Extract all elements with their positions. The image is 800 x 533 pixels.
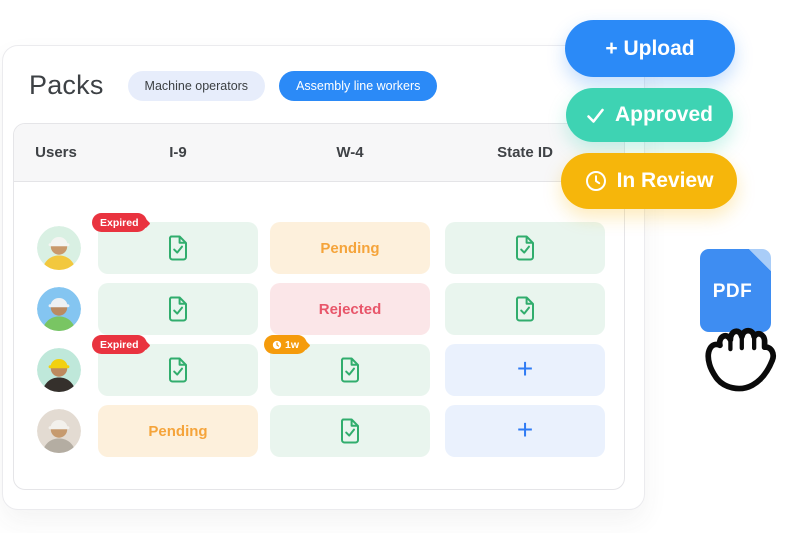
upload-button-label: + Upload xyxy=(605,37,694,61)
clock-icon xyxy=(585,170,607,192)
cell-w4-status-rejected[interactable]: Rejected xyxy=(270,283,430,335)
grab-hand-cursor-icon xyxy=(676,294,800,408)
worker-avatar-illustration xyxy=(37,348,81,392)
filter-assembly-line-workers[interactable]: Assembly line workers xyxy=(279,71,437,101)
packs-card: Packs Machine operators Assembly line wo… xyxy=(2,45,645,510)
cell-stateid-document-approved[interactable] xyxy=(445,222,605,274)
due-soon-badge: 1w xyxy=(264,335,307,354)
expired-badge: Expired xyxy=(92,213,147,232)
cell-i9-document-approved[interactable]: Expired xyxy=(98,344,258,396)
plus-icon: + xyxy=(517,416,533,444)
table-row: Pending + xyxy=(14,405,624,457)
table-row: Expired 1w + xyxy=(14,344,624,396)
user-avatar-worker-green-vest xyxy=(37,287,81,331)
filter-machine-operators[interactable]: Machine operators xyxy=(128,71,266,101)
column-header-users: Users xyxy=(14,124,98,181)
cell-w4-document-approved[interactable] xyxy=(270,405,430,457)
expired-badge: Expired xyxy=(92,335,147,354)
page: Packs Machine operators Assembly line wo… xyxy=(0,0,800,533)
table-rows: Expired Pending Rejected Expired 1w + Pe… xyxy=(14,181,624,489)
documents-table: Users I-9 W-4 State ID Expired Pending R… xyxy=(13,123,625,490)
approved-document-icon xyxy=(167,357,189,383)
clock-icon xyxy=(272,340,282,350)
cell-i9-document-approved[interactable] xyxy=(98,283,258,335)
column-header-w4: W-4 xyxy=(270,124,430,181)
approved-document-icon xyxy=(167,296,189,322)
table-header-row: Users I-9 W-4 State ID xyxy=(14,124,624,182)
user-avatar-worker-white-cap xyxy=(37,409,81,453)
in-review-button-label: In Review xyxy=(617,169,714,193)
upload-button[interactable]: + Upload xyxy=(565,20,735,77)
user-avatar-worker-yellow-vest xyxy=(37,226,81,270)
cell-stateid-add-document[interactable]: + xyxy=(445,405,605,457)
cell-i9-status-pending[interactable]: Pending xyxy=(98,405,258,457)
approved-document-icon xyxy=(514,235,536,261)
worker-avatar-illustration xyxy=(37,409,81,453)
plus-icon: + xyxy=(517,355,533,383)
approved-button[interactable]: Approved xyxy=(566,88,733,142)
table-row: Expired Pending xyxy=(14,222,624,274)
cell-stateid-add-document[interactable]: + xyxy=(445,344,605,396)
approved-document-icon xyxy=(339,357,361,383)
in-review-button[interactable]: In Review xyxy=(561,153,737,209)
approved-document-icon xyxy=(514,296,536,322)
page-title: Packs xyxy=(29,70,104,101)
packs-card-header: Packs Machine operators Assembly line wo… xyxy=(29,70,437,101)
approved-button-label: Approved xyxy=(615,103,713,127)
worker-avatar-illustration xyxy=(37,226,81,270)
cell-i9-document-approved[interactable]: Expired xyxy=(98,222,258,274)
table-row: Rejected xyxy=(14,283,624,335)
approved-document-icon xyxy=(167,235,189,261)
cell-w4-status-pending[interactable]: Pending xyxy=(270,222,430,274)
cell-stateid-document-approved[interactable] xyxy=(445,283,605,335)
approved-document-icon xyxy=(339,418,361,444)
cell-w4-document-approved[interactable]: 1w xyxy=(270,344,430,396)
check-icon xyxy=(586,106,605,125)
user-avatar-worker-yellow-helmet xyxy=(37,348,81,392)
worker-avatar-illustration xyxy=(37,287,81,331)
column-header-i9: I-9 xyxy=(98,124,258,181)
